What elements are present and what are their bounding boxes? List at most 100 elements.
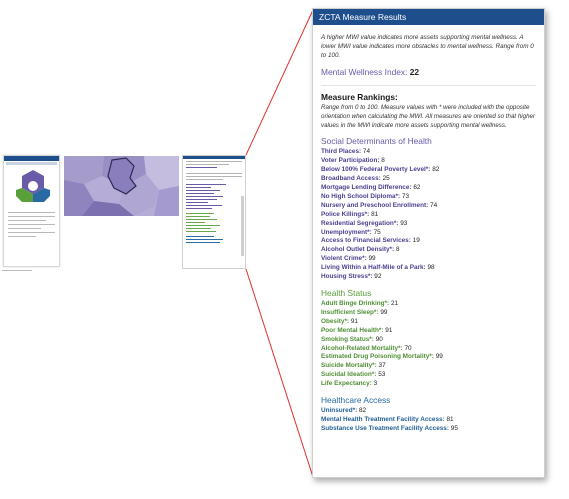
- measure-value: 92: [374, 273, 382, 281]
- measure-item: Suicide Mortality*: 37: [321, 362, 536, 371]
- measure-item: Uninsured*: 82: [321, 407, 536, 416]
- measure-item: Obesity*: 91: [321, 318, 536, 327]
- measure-item: Voter Participation: 8: [321, 157, 536, 166]
- measure-label: Access to Financial Services:: [321, 237, 411, 245]
- measure-label: Nursery and Preschool Enrollment:: [321, 201, 429, 209]
- measure-value: 95: [450, 424, 458, 432]
- measure-label: Alcohol Outlet Density*:: [321, 246, 395, 254]
- measure-value: 82: [359, 407, 367, 415]
- mini-panel-header: [4, 156, 59, 161]
- measure-value: 25: [382, 175, 390, 183]
- measure-label: Housing Stress*:: [321, 273, 373, 281]
- measure-value: 74: [362, 148, 371, 156]
- measure-item: Below 100% Federal Poverty Level*: 82: [321, 166, 536, 175]
- measure-item: Third Places: 74: [321, 148, 536, 157]
- zcta-results-card: ZCTA Measure Results A higher MWI value …: [312, 8, 545, 478]
- measure-label: Third Places:: [321, 148, 362, 156]
- measure-label: Adult Binge Drinking*:: [321, 299, 390, 307]
- divider: [321, 85, 536, 86]
- measure-value: 81: [371, 210, 379, 218]
- mwi-label: Mental Wellness Index:: [321, 67, 408, 77]
- mini-panel-subheader: [6, 162, 57, 165]
- mini-overview-panel: [3, 155, 60, 267]
- health-status-list: Adult Binge Drinking*: 21 Insufficient Sl…: [321, 300, 536, 389]
- mini-caption: [2, 270, 32, 271]
- mwi-value: 22: [409, 67, 420, 77]
- measure-value: 8: [395, 246, 400, 254]
- measure-value: 99: [368, 255, 376, 263]
- measure-item: Nursery and Preschool Enrollment: 74: [321, 202, 536, 211]
- mwi-intro-text: A higher MWI value indicates more assets…: [321, 34, 534, 59]
- measure-item: Unemployment*: 75: [321, 229, 536, 238]
- measure-value: 21: [390, 299, 399, 307]
- measure-item: Smoking Status*: 90: [321, 336, 536, 345]
- measure-value: 73: [401, 192, 410, 200]
- mini-measure-panel: [182, 155, 246, 269]
- measure-label: Poor Mental Health*:: [321, 326, 384, 334]
- measure-label: Estimated Drug Poisoning Mortality*:: [321, 353, 434, 361]
- rankings-title: Measure Rankings:: [321, 92, 398, 102]
- measure-label: Suicide Mortality*:: [321, 362, 377, 370]
- measure-label: Alcohol-Related Mortality*:: [321, 344, 403, 352]
- measure-value: 90: [375, 335, 383, 343]
- card-title: ZCTA Measure Results: [313, 9, 544, 25]
- measure-item: Mental Health Treatment Facility Access:…: [321, 416, 536, 425]
- measure-label: Obesity*:: [321, 317, 350, 325]
- measure-label: Broadband Access:: [321, 175, 381, 183]
- measure-item: Residential Segregation*: 93: [321, 220, 536, 229]
- measure-value: 3: [373, 380, 378, 388]
- section-title-health-status: Health Status: [321, 287, 372, 298]
- measure-item: Living Within a Half-Mile of a Park: 98: [321, 264, 536, 273]
- measure-item: Substance Use Treatment Facility Access:…: [321, 425, 536, 434]
- measure-value: 75: [373, 228, 381, 236]
- measure-label: Unemployment*:: [321, 228, 372, 236]
- mini-text-lines: [8, 212, 55, 240]
- measure-label: Suicidal Ideation*:: [321, 371, 377, 379]
- measure-item: Housing Stress*: 92: [321, 273, 536, 282]
- measure-label: Substance Use Treatment Facility Access:: [321, 424, 449, 432]
- measure-value: 81: [446, 415, 454, 423]
- measure-value: 99: [435, 353, 443, 361]
- section-title-sdoh: Social Determinants of Health: [321, 136, 432, 147]
- measure-label: Residential Segregation*:: [321, 219, 399, 227]
- measure-item: Life Expectancy: 3: [321, 380, 536, 389]
- measure-value: 53: [378, 371, 386, 379]
- mental-wellness-index: Mental Wellness Index: 22: [321, 67, 536, 77]
- measure-label: Police Killings*:: [321, 210, 370, 218]
- measure-item: Broadband Access: 25: [321, 175, 536, 184]
- measure-label: Voter Participation:: [321, 157, 380, 165]
- measure-item: Estimated Drug Poisoning Mortality*: 99: [321, 353, 536, 362]
- measure-value: 91: [385, 326, 393, 334]
- measure-item: Alcohol-Related Mortality*: 70: [321, 345, 536, 354]
- measure-item: No High School Diploma*: 73: [321, 193, 536, 202]
- mini-map[interactable]: [64, 156, 179, 216]
- measure-item: Access to Financial Services: 19: [321, 237, 536, 246]
- measure-label: Mortgage Lending Difference:: [321, 184, 412, 192]
- measure-value: 37: [378, 362, 386, 370]
- measure-value: 82: [432, 166, 440, 174]
- measure-label: Mental Health Treatment Facility Access:: [321, 415, 445, 423]
- measure-item: Violent Crime*: 99: [321, 255, 536, 264]
- measure-item: Poor Mental Health*: 91: [321, 327, 536, 336]
- rankings-description: Range from 0 to 100. Measure values with…: [321, 104, 536, 129]
- mini-scrollbar[interactable]: [241, 196, 244, 256]
- measure-label: No High School Diploma*:: [321, 192, 401, 200]
- measure-label: Smoking Status*:: [321, 335, 374, 343]
- measure-item: Suicidal Ideation*: 53: [321, 371, 536, 380]
- measure-value: 8: [381, 157, 385, 165]
- section-title-healthcare-access: Healthcare Access: [321, 395, 391, 406]
- mini-measure-panel-header: [183, 156, 245, 159]
- measure-value: 19: [412, 237, 420, 245]
- measure-label: Below 100% Federal Poverty Level*:: [321, 166, 431, 174]
- measure-value: 91: [350, 317, 358, 325]
- measure-label: Violent Crime*:: [321, 255, 367, 263]
- measure-item: Adult Binge Drinking*: 21: [321, 300, 536, 309]
- measure-value: 98: [427, 264, 435, 272]
- sdoh-list: Third Places: 74 Voter Participation: 8 Be…: [321, 148, 536, 282]
- healthcare-access-list: Uninsured*: 82 Mental Health Treatment Fa…: [321, 407, 536, 434]
- measure-value: 99: [380, 308, 388, 316]
- measure-label: Uninsured*:: [321, 407, 358, 415]
- measure-value: 70: [404, 344, 412, 352]
- measure-label: Life Expectancy:: [321, 380, 372, 388]
- measure-value: 93: [400, 219, 408, 227]
